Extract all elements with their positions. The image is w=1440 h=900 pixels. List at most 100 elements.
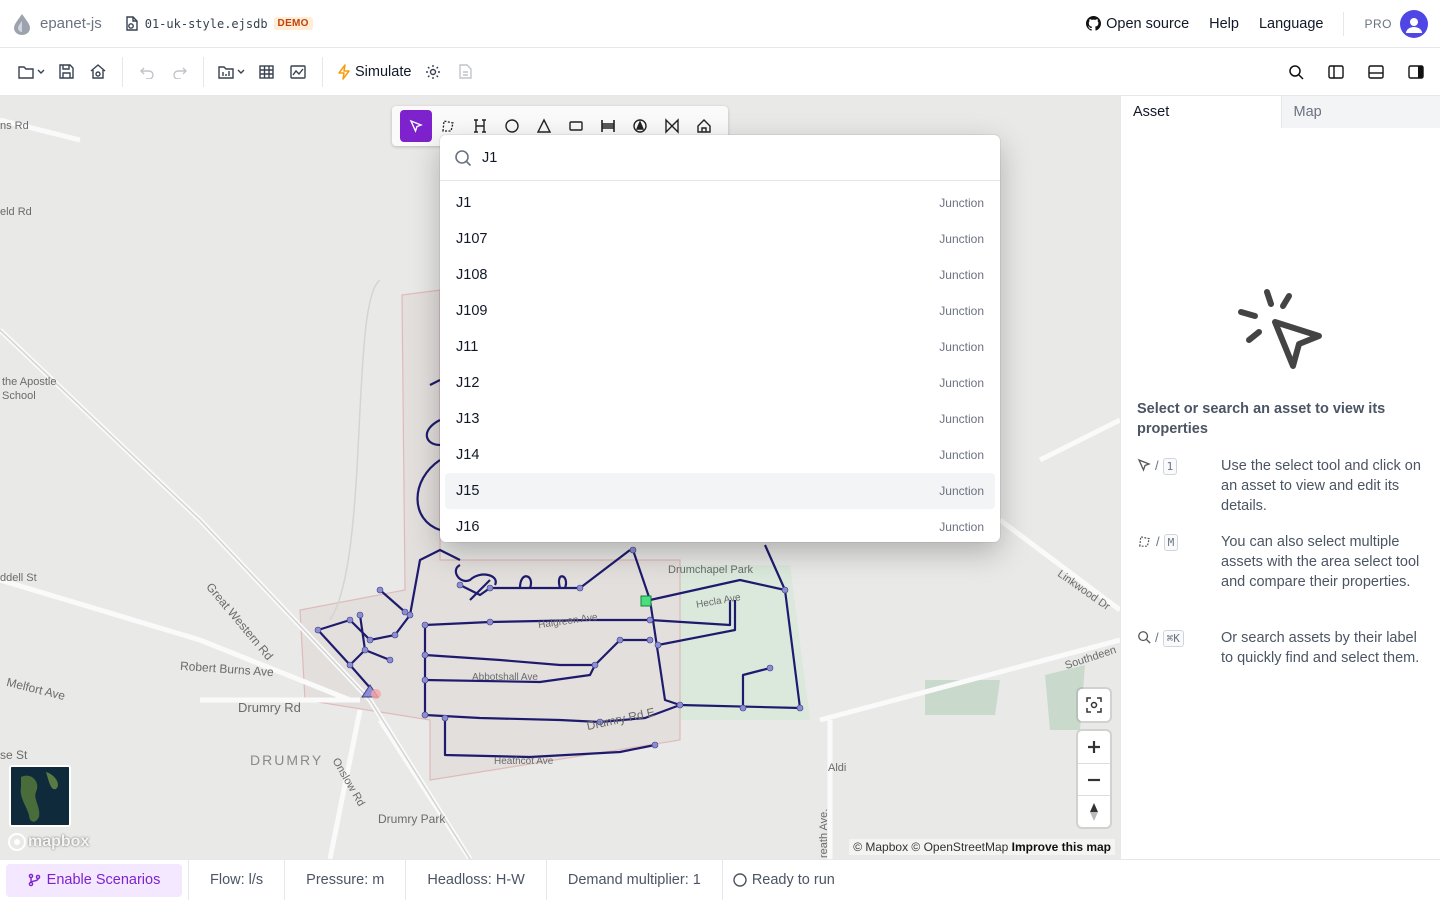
toggle-left-panel-button[interactable] [1320, 56, 1352, 88]
search-input[interactable] [482, 149, 962, 166]
search-result-item[interactable]: J16 Junction [445, 509, 995, 542]
report-icon [459, 64, 472, 79]
search-button[interactable] [1280, 56, 1312, 88]
status-bar: Enable Scenarios Flow: l/s Pressure: m H… [0, 859, 1440, 900]
minimap[interactable] [9, 765, 71, 827]
simulation-settings-button[interactable] [417, 56, 449, 88]
valve-icon [640, 595, 652, 607]
triangle-icon [536, 118, 552, 133]
valve-circle-icon [633, 119, 647, 133]
toggle-right-panel-button[interactable] [1400, 56, 1432, 88]
report-button[interactable] [449, 56, 481, 88]
branch-icon [28, 873, 40, 887]
shortcut-separator: / [1155, 630, 1159, 645]
toolbar: Simulate [0, 48, 1440, 96]
chevron-down-icon [37, 69, 44, 74]
file-info[interactable]: 01-uk-style.ejsdb DEMO [124, 15, 313, 32]
poi-label: School [2, 390, 36, 402]
attribution-text[interactable]: © Mapbox © OpenStreetMap [853, 840, 1008, 854]
right-panel-icon [1408, 64, 1424, 79]
search-result-item[interactable]: J15 Junction [445, 473, 995, 509]
app-name: epanet-js [40, 15, 102, 32]
search-icon [1138, 631, 1151, 644]
simulate-button[interactable]: Simulate [331, 64, 417, 80]
search-result-item[interactable]: J108 Junction [445, 257, 995, 293]
language-link[interactable]: Language [1259, 16, 1324, 32]
open-menu-button[interactable] [12, 56, 50, 88]
cursor-icon [409, 119, 423, 133]
street-label: ddell St [0, 572, 37, 584]
headloss-formula[interactable]: Headloss: H-W [406, 859, 547, 900]
open-source-label: Open source [1106, 15, 1190, 32]
street-label: reath Ave. [818, 808, 830, 858]
result-type: Junction [939, 484, 984, 498]
save-button[interactable] [50, 56, 82, 88]
tip-text: Use the select tool and click on an asse… [1221, 458, 1421, 514]
shortcut-separator: / [1155, 458, 1159, 473]
chevron-down-icon [237, 69, 244, 74]
shortcut-key: M [1163, 534, 1179, 551]
droplet-logo-icon [14, 13, 30, 35]
map-attribution: © Mapbox © OpenStreetMap Improve this ma… [849, 839, 1115, 855]
search-result-item[interactable]: J12 Junction [445, 365, 995, 401]
status-circle-icon [733, 873, 747, 887]
search-result-item[interactable]: J1 Junction [445, 185, 995, 221]
search-result-item[interactable]: J11 Junction [445, 329, 995, 365]
fit-view-button[interactable] [1078, 689, 1110, 721]
search-result-item[interactable]: J13 Junction [445, 401, 995, 437]
compass-button[interactable] [1078, 795, 1110, 827]
select-tool[interactable] [400, 110, 432, 142]
enable-scenarios-button[interactable]: Enable Scenarios [6, 863, 182, 897]
flow-units[interactable]: Flow: l/s [188, 859, 286, 900]
street-label: se St [0, 748, 28, 762]
toggle-bottom-panel-button[interactable] [1360, 56, 1392, 88]
import-icon [217, 65, 234, 79]
gear-icon [426, 64, 441, 79]
open-source-link[interactable]: Open source [1086, 16, 1189, 32]
pressure-units[interactable]: Pressure: m [285, 859, 407, 900]
chart-icon [290, 64, 306, 79]
avatar[interactable] [1400, 9, 1428, 38]
tip-shortcut: / M [1137, 532, 1221, 592]
zoom-out-button[interactable] [1078, 763, 1110, 795]
search-icon [455, 149, 472, 166]
globe-thumbnail [11, 767, 69, 825]
user-icon [1406, 17, 1422, 33]
demand-multiplier[interactable]: Demand multiplier: 1 [547, 859, 723, 900]
result-label: J15 [456, 483, 480, 499]
demo-badge: DEMO [273, 17, 313, 30]
search-result-item[interactable]: J109 Junction [445, 293, 995, 329]
poi-label: Drumchapel Park [668, 564, 753, 576]
mapbox-logo[interactable]: mapbox [8, 833, 89, 851]
save-cloud-button[interactable] [82, 56, 114, 88]
table-icon [258, 64, 274, 79]
click-cursor-icon [1238, 289, 1322, 369]
help-link[interactable]: Help [1209, 16, 1239, 32]
compass-icon [1090, 802, 1098, 821]
empty-state-title: Select or search an asset to view its pr… [1137, 401, 1386, 437]
search-result-item[interactable]: J14 Junction [445, 437, 995, 473]
redo-button[interactable] [163, 56, 195, 88]
tab-map[interactable]: Map [1280, 96, 1440, 128]
result-type: Junction [939, 304, 984, 318]
undo-button[interactable] [131, 56, 163, 88]
search-result-item[interactable]: J107 Junction [445, 221, 995, 257]
zoom-in-button[interactable] [1078, 731, 1110, 763]
chart-button[interactable] [282, 56, 314, 88]
lasso-icon [1139, 536, 1150, 547]
tip-search: / ⌘K Or search assets by their label to … [1137, 628, 1427, 668]
improve-map-link[interactable]: Improve this map [1012, 840, 1111, 854]
right-panel: Asset Map Select or search an asset to v… [1120, 96, 1440, 859]
mapbox-icon [8, 833, 26, 851]
street-label: eld Rd [0, 206, 32, 218]
tip-text: Or search assets by their label to quick… [1221, 630, 1420, 666]
import-menu-button[interactable] [212, 56, 250, 88]
poi-label: Drumry Park [378, 812, 446, 826]
tab-asset[interactable]: Asset [1121, 96, 1281, 128]
tip-select: / 1 Use the select tool and click on an … [1137, 456, 1427, 516]
brand[interactable]: epanet-js [12, 13, 102, 35]
pro-badge[interactable]: PRO [1364, 17, 1392, 31]
street-label: Drumry Rd [238, 700, 301, 715]
table-button[interactable] [250, 56, 282, 88]
tip-shortcut: / 1 [1137, 456, 1221, 516]
